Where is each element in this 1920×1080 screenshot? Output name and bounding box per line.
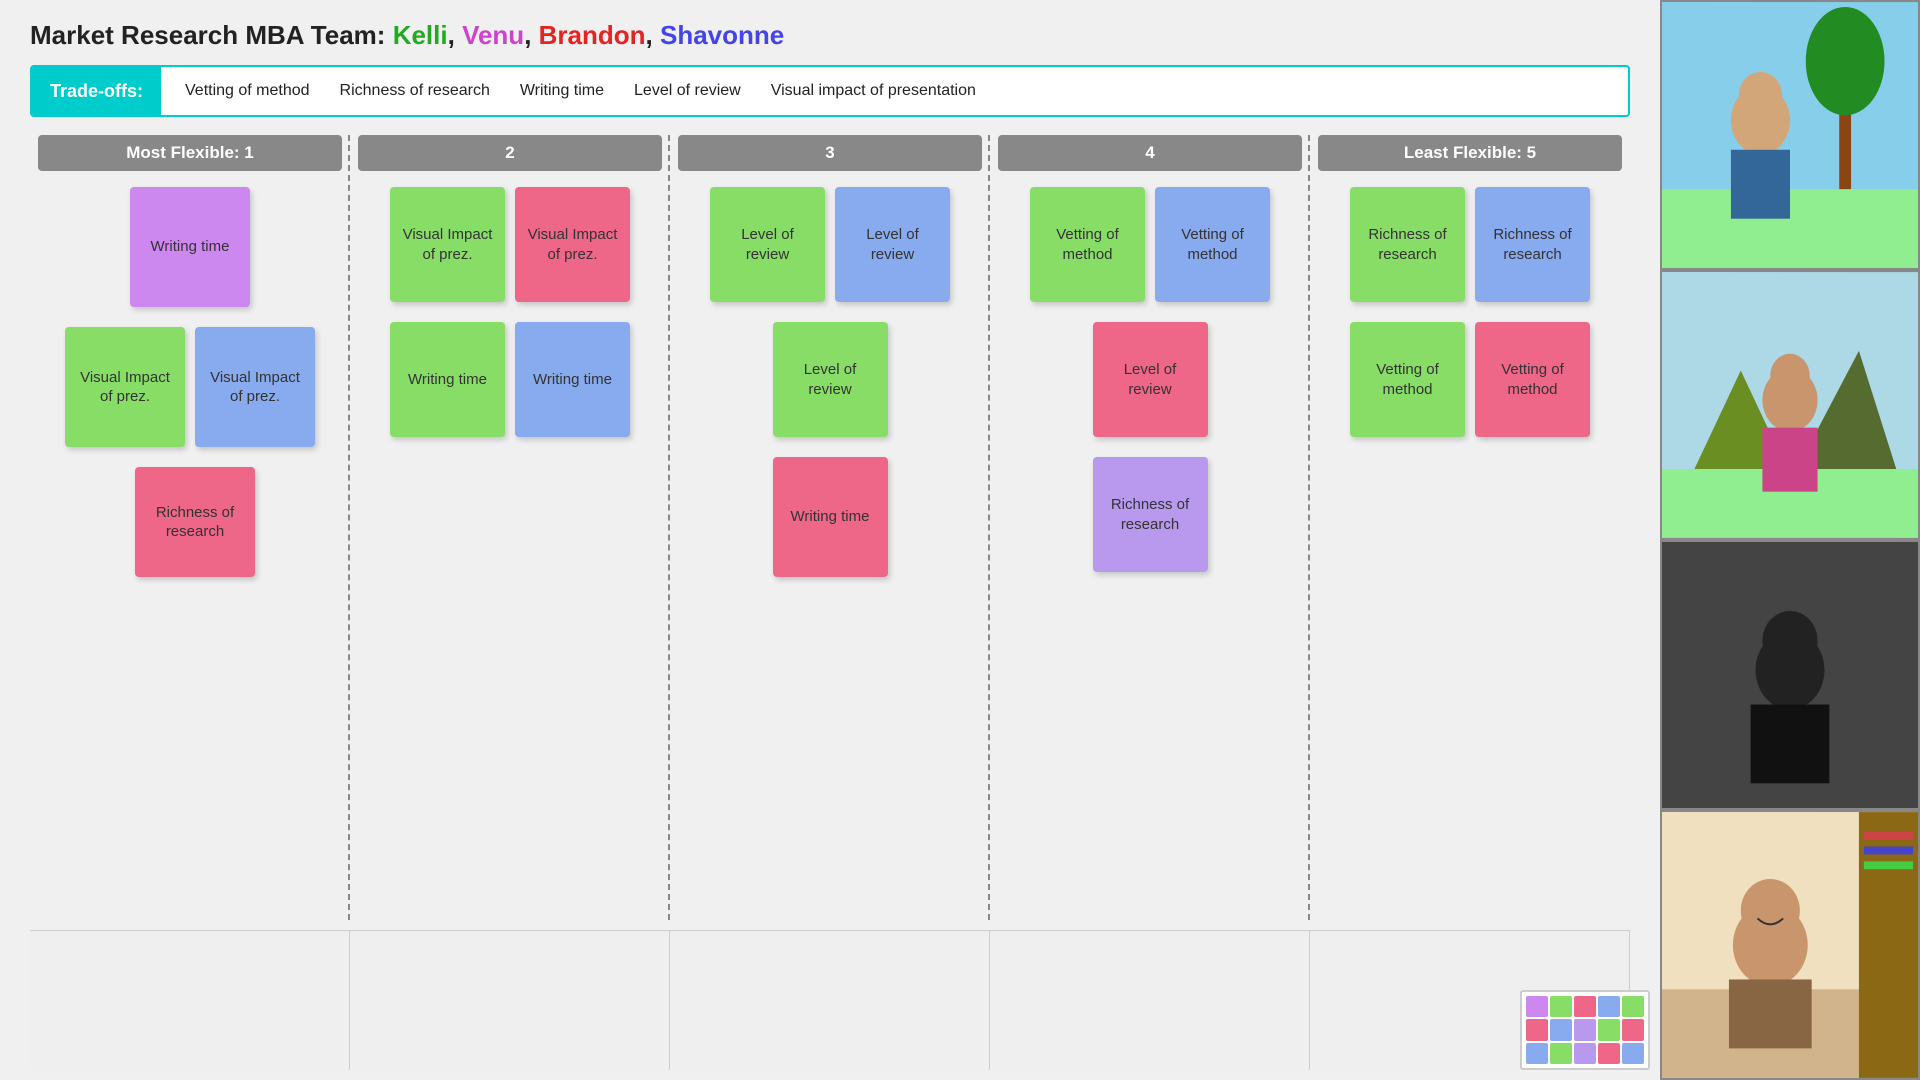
name-venu: Venu (462, 20, 524, 50)
slide-thumbnail[interactable] (1520, 990, 1650, 1070)
thumb-cell (1622, 996, 1644, 1017)
card[interactable]: Richness of research (1093, 457, 1208, 572)
col-header-5: Least Flexible: 5 (1318, 135, 1622, 171)
name-kelli: Kelli (393, 20, 448, 50)
thumb-cell (1550, 996, 1572, 1017)
thumb-cell (1622, 1043, 1644, 1064)
video-feed-3 (1660, 540, 1920, 810)
card[interactable]: Richness of research (1350, 187, 1465, 302)
thumb-cell (1526, 1043, 1548, 1064)
tradeoff-item-2: Richness of research (340, 82, 490, 100)
card[interactable]: Writing time (130, 187, 250, 307)
column-4: 4 Vetting of method Vetting of method Le… (990, 135, 1310, 920)
card[interactable]: Visual Impact of prez. (390, 187, 505, 302)
bottom-cell-3 (670, 931, 990, 1070)
column-5: Least Flexible: 5 Richness of research R… (1310, 135, 1630, 920)
thumb-cell (1526, 1019, 1548, 1040)
col-header-1: Most Flexible: 1 (38, 135, 342, 171)
card[interactable]: Writing time (515, 322, 630, 437)
bottom-cell-2 (350, 931, 670, 1070)
thumb-cell (1574, 1043, 1596, 1064)
video-feed-4 (1660, 810, 1920, 1080)
bottom-cell-4 (990, 931, 1310, 1070)
cards-col-4: Vetting of method Vetting of method Leve… (998, 187, 1302, 572)
thumb-cell (1598, 996, 1620, 1017)
cards-col-5: Richness of research Richness of researc… (1318, 187, 1622, 437)
col-header-2: 2 (358, 135, 662, 171)
card[interactable]: Vetting of method (1475, 322, 1590, 437)
card[interactable]: Vetting of method (1155, 187, 1270, 302)
card[interactable]: Level of review (773, 322, 888, 437)
card[interactable]: Level of review (710, 187, 825, 302)
card[interactable]: Richness of research (135, 467, 255, 577)
tradeoffs-items: Vetting of method Richness of research W… (161, 82, 1000, 100)
card[interactable]: Vetting of method (1350, 322, 1465, 437)
card[interactable]: Writing time (773, 457, 888, 577)
tradeoff-item-3: Writing time (520, 82, 604, 100)
thumb-cell (1598, 1019, 1620, 1040)
tradeoff-item-4: Level of review (634, 82, 741, 100)
card[interactable]: Visual Impact of prez. (515, 187, 630, 302)
thumb-cell (1550, 1019, 1572, 1040)
cards-col-3: Level of review Level of review Level of… (678, 187, 982, 577)
card[interactable]: Vetting of method (1030, 187, 1145, 302)
column-3: 3 Level of review Level of review Level … (670, 135, 990, 920)
main-content: Market Research MBA Team: Kelli, Venu, B… (0, 0, 1660, 1080)
name-brandon: Brandon (539, 20, 646, 50)
tradeoff-item-5: Visual impact of presentation (771, 82, 976, 100)
tradeoffs-label: Trade-offs: (32, 67, 161, 115)
card[interactable]: Writing time (390, 322, 505, 437)
sidebar-videos (1660, 0, 1920, 1080)
cards-col-1: Writing time Visual Impact of prez. Visu… (38, 187, 342, 577)
thumb-cell (1526, 996, 1548, 1017)
thumb-cell (1574, 1019, 1596, 1040)
card[interactable]: Richness of research (1475, 187, 1590, 302)
bottom-cell-1 (30, 931, 350, 1070)
thumb-cell (1598, 1043, 1620, 1064)
name-shavonne: Shavonne (660, 20, 784, 50)
col-header-3: 3 (678, 135, 982, 171)
card[interactable]: Visual Impact of prez. (195, 327, 315, 447)
card[interactable]: Level of review (835, 187, 950, 302)
tradeoffs-bar: Trade-offs: Vetting of method Richness o… (30, 65, 1630, 117)
thumb-cell (1550, 1043, 1572, 1064)
column-1: Most Flexible: 1 Writing time Visual Imp… (30, 135, 350, 920)
col-header-4: 4 (998, 135, 1302, 171)
video-feed-1 (1660, 0, 1920, 270)
thumbnail-preview (1522, 992, 1648, 1068)
bottom-area (30, 930, 1630, 1070)
cards-col-2: Visual Impact of prez. Visual Impact of … (358, 187, 662, 437)
columns-area: Most Flexible: 1 Writing time Visual Imp… (30, 135, 1630, 920)
card[interactable]: Level of review (1093, 322, 1208, 437)
tradeoff-item-1: Vetting of method (185, 82, 310, 100)
column-2: 2 Visual Impact of prez. Visual Impact o… (350, 135, 670, 920)
thumb-cell (1622, 1019, 1644, 1040)
card[interactable]: Visual Impact of prez. (65, 327, 185, 447)
title-static: Market Research MBA Team: (30, 20, 393, 50)
thumb-cell (1574, 996, 1596, 1017)
page-title: Market Research MBA Team: Kelli, Venu, B… (30, 20, 1630, 51)
video-feed-2 (1660, 270, 1920, 540)
